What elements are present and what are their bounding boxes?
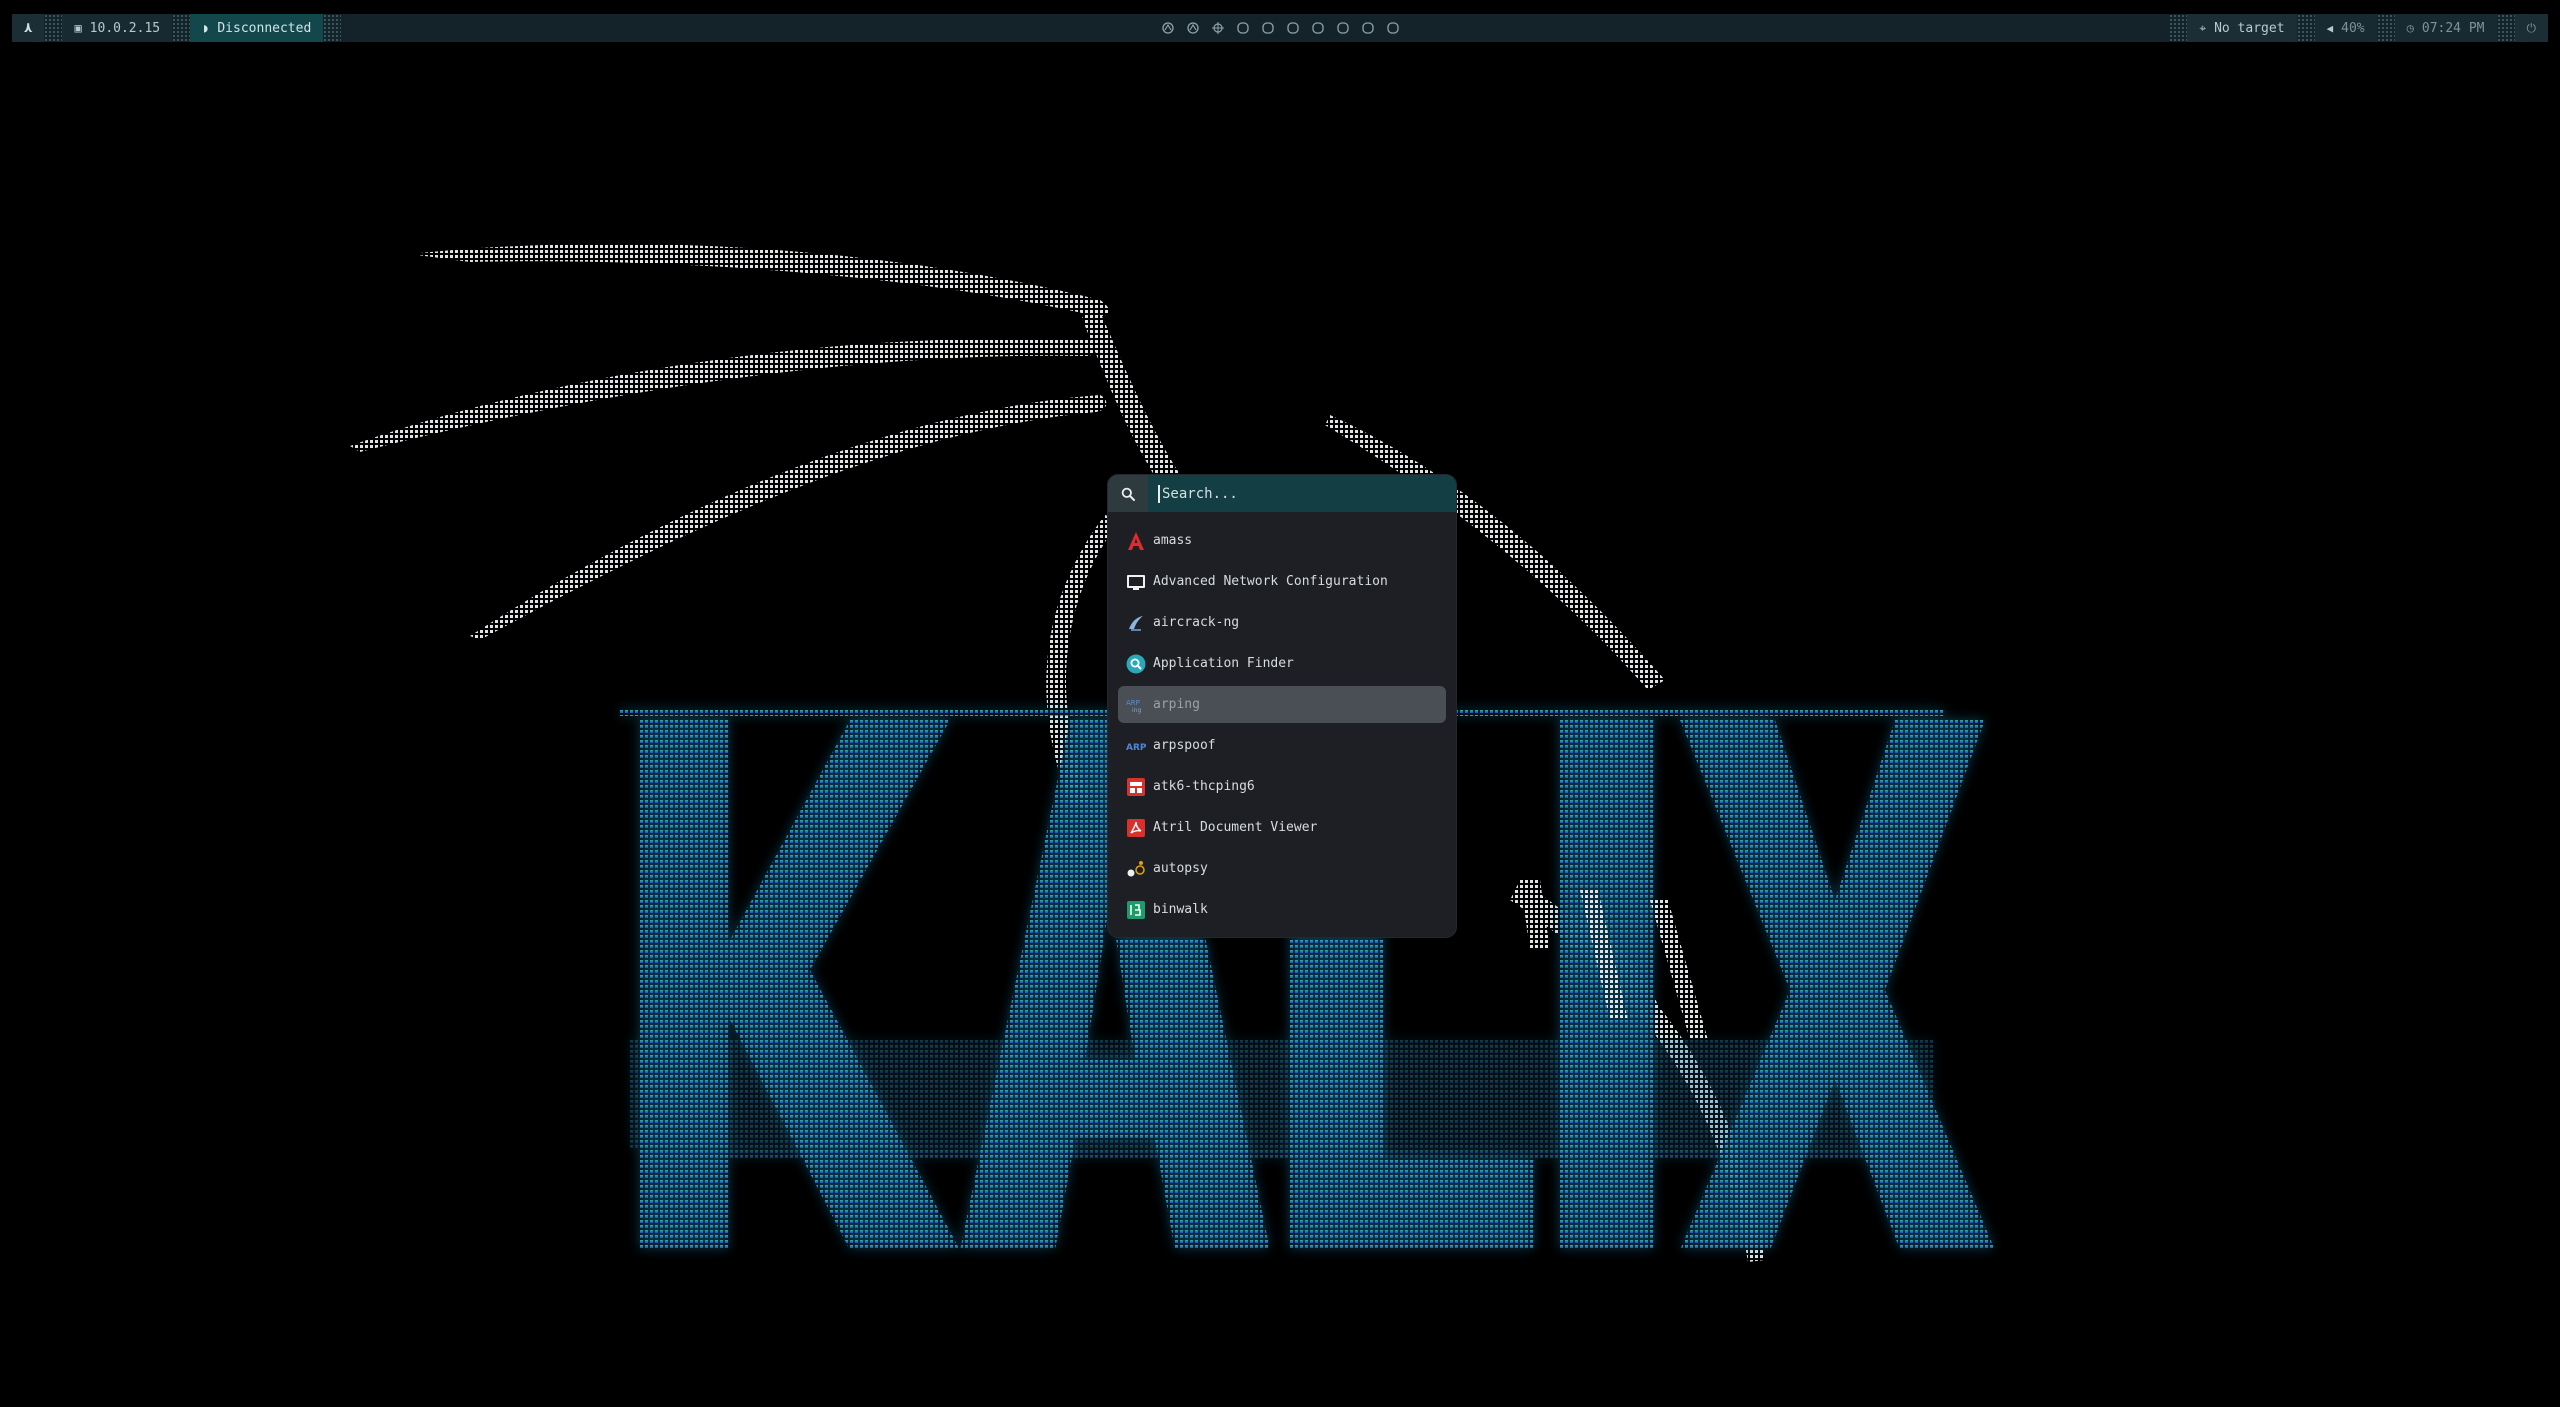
atk6-icon — [1127, 777, 1145, 796]
svg-text:ARP: ARP — [1126, 699, 1140, 707]
vpn-status-widget[interactable]: ◗ Disconnected — [190, 14, 324, 42]
list-item-amass[interactable]: amass — [1118, 522, 1446, 559]
desktop: ⋏ ▣ 10.0.2.15 ◗ Disconnected ⌖ No target… — [0, 0, 2560, 1407]
list-item-binwalk[interactable]: binwalk — [1118, 891, 1446, 928]
item-label: Application Finder — [1153, 656, 1294, 671]
clock-text: 07:24 PM — [2421, 20, 2485, 36]
app-finder-icon — [1126, 654, 1146, 673]
vpn-status-text: Disconnected — [217, 20, 312, 36]
workspace-8-circle-icon[interactable] — [1335, 20, 1351, 36]
panel-separator — [172, 14, 191, 42]
target-widget[interactable]: ⌖ No target — [2187, 14, 2297, 42]
panel-right-group: ⌖ No target ◀ 40% ◷ 07:24 PM ⏻ — [2169, 14, 2548, 42]
clock-widget[interactable]: ◷ 07:24 PM — [2394, 14, 2497, 42]
shield-icon: ◗ — [202, 21, 210, 35]
item-label: binwalk — [1153, 902, 1208, 917]
list-item-application-finder[interactable]: Application Finder — [1118, 645, 1446, 682]
aircrack-icon — [1129, 615, 1143, 631]
workspace-2-kali-icon[interactable] — [1185, 20, 1201, 36]
workspace-1-kali-icon[interactable] — [1160, 20, 1176, 36]
panel-separator — [323, 14, 342, 42]
workspace-10-circle-icon[interactable] — [1385, 20, 1401, 36]
item-label: aircrack-ng — [1153, 615, 1240, 630]
kali-dragon-icon: ⋏ — [24, 20, 33, 36]
search-icon — [1121, 487, 1135, 501]
list-item-atril-document-viewer[interactable]: Atril Document Viewer — [1118, 809, 1446, 846]
ip-address-widget[interactable]: ▣ 10.0.2.15 — [62, 14, 173, 42]
item-label: Atril Document Viewer — [1153, 820, 1318, 835]
svg-text:ARP: ARP — [1126, 743, 1146, 753]
list-item-autopsy[interactable]: autopsy — [1118, 850, 1446, 887]
monitor-icon: ▣ — [74, 21, 82, 35]
list-item-aircrack-ng[interactable]: aircrack-ng — [1118, 604, 1446, 641]
item-label: arpspoof — [1153, 738, 1216, 753]
volume-widget[interactable]: ◀ 40% — [2314, 14, 2377, 42]
workspace-5-circle-icon[interactable] — [1260, 20, 1276, 36]
workspace-7-circle-icon[interactable] — [1310, 20, 1326, 36]
arping-icon: ARP ing — [1126, 699, 1141, 714]
launcher-search-bar — [1108, 475, 1456, 512]
search-input[interactable] — [1158, 484, 1456, 503]
target-text: No target — [2214, 20, 2285, 36]
list-item-advanced-network-configuration[interactable]: Advanced Network Configuration — [1118, 563, 1446, 600]
clock-icon: ◷ — [2406, 21, 2414, 35]
app-launcher: amass Advanced Network Configuration air… — [1108, 475, 1456, 937]
launcher-results-list: amass Advanced Network Configuration air… — [1108, 512, 1456, 928]
item-label: Advanced Network Configuration — [1153, 574, 1388, 589]
panel-separator — [2496, 14, 2515, 42]
item-label: amass — [1153, 533, 1193, 548]
kali-menu-button[interactable]: ⋏ — [12, 14, 45, 42]
volume-text: 40% — [2341, 20, 2365, 36]
panel-separator — [44, 14, 63, 42]
workspace-6-circle-icon[interactable] — [1285, 20, 1301, 36]
list-item-arping[interactable]: ARP ing arping — [1118, 686, 1446, 723]
workspace-9-circle-icon[interactable] — [1360, 20, 1376, 36]
arpspoof-icon: ARP — [1126, 743, 1146, 753]
ip-address-text: 10.0.2.15 — [89, 20, 161, 36]
panel-separator — [2376, 14, 2395, 42]
autopsy-icon — [1127, 860, 1145, 876]
list-item-atk6-thcping6[interactable]: atk6-thcping6 — [1118, 768, 1446, 805]
search-button[interactable] — [1108, 475, 1148, 512]
workspace-switcher — [1160, 14, 1401, 42]
panel-separator — [2169, 14, 2188, 42]
power-icon: ⏻ — [2526, 20, 2537, 35]
list-item-arpspoof[interactable]: ARP arpspoof — [1118, 727, 1446, 764]
top-panel: ⋏ ▣ 10.0.2.15 ◗ Disconnected ⌖ No target… — [12, 14, 2548, 42]
monitor-icon — [1127, 574, 1145, 590]
item-label: atk6-thcping6 — [1153, 779, 1255, 794]
amass-icon — [1128, 531, 1144, 550]
svg-text:ing: ing — [1132, 707, 1141, 714]
power-button[interactable]: ⏻ — [2514, 14, 2548, 42]
crosshair-icon: ⌖ — [2199, 20, 2207, 35]
item-label: autopsy — [1153, 861, 1208, 876]
panel-separator — [2296, 14, 2315, 42]
workspace-4-circle-icon[interactable] — [1235, 20, 1251, 36]
item-label: arping — [1153, 697, 1200, 712]
workspace-3-crosshair-icon[interactable] — [1210, 20, 1226, 36]
pdf-viewer-icon — [1127, 818, 1145, 837]
binwalk-icon — [1127, 900, 1145, 919]
speaker-icon: ◀ — [2326, 21, 2334, 35]
